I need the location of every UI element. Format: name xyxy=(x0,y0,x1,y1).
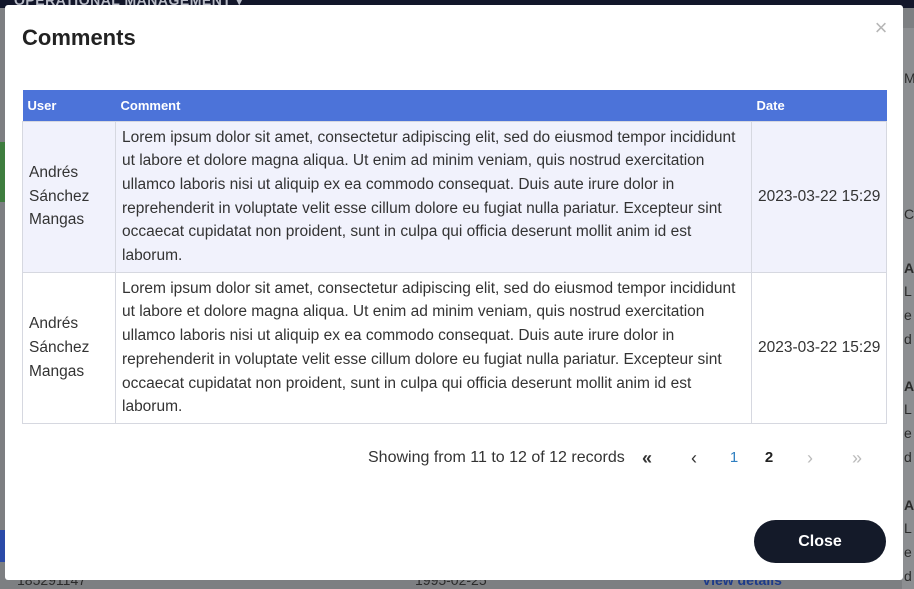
pagination: Showing from 11 to 12 of 12 records « ‹ … xyxy=(5,447,903,469)
bg-letter: L xyxy=(904,520,912,536)
close-button[interactable]: Close xyxy=(754,520,886,563)
cell-comment: Lorem ipsum dolor sit amet, consectetur … xyxy=(115,271,752,424)
bg-letter: C xyxy=(904,206,914,222)
bg-letter: d xyxy=(904,568,912,584)
cell-date: 2023-03-22 15:29 xyxy=(751,271,887,424)
close-icon[interactable]: × xyxy=(872,17,890,39)
table-header-row: User Comment Date xyxy=(22,90,887,121)
header-date: Date xyxy=(751,90,887,121)
cell-user: Andrés Sánchez Mangas xyxy=(22,271,116,424)
bg-letter: d xyxy=(904,331,912,347)
page-2-current[interactable]: 2 xyxy=(757,447,781,469)
table-row: Andrés Sánchez Mangas Lorem ipsum dolor … xyxy=(22,120,887,273)
bg-letter: L xyxy=(904,283,912,299)
comments-modal: Comments × User Comment Date Andrés Sánc… xyxy=(5,5,903,580)
cell-comment: Lorem ipsum dolor sit amet, consectetur … xyxy=(115,120,752,273)
bg-letter: A xyxy=(904,260,914,276)
pagination-info: Showing from 11 to 12 of 12 records xyxy=(368,449,625,466)
bg-letter: e xyxy=(904,307,912,323)
cell-user: Andrés Sánchez Mangas xyxy=(22,120,116,273)
next-page-icon[interactable]: › xyxy=(798,447,822,469)
bg-letter: M xyxy=(904,70,914,86)
table-row: Andrés Sánchez Mangas Lorem ipsum dolor … xyxy=(22,271,887,424)
modal-title: Comments xyxy=(22,25,136,50)
first-page-icon[interactable]: « xyxy=(635,447,659,469)
bg-letter: A xyxy=(904,378,914,394)
header-comment: Comment xyxy=(115,90,752,121)
page-1-link[interactable]: 1 xyxy=(722,447,746,469)
bg-letter: A xyxy=(904,497,914,513)
bg-letter: d xyxy=(904,449,912,465)
header-user: User xyxy=(22,90,116,121)
previous-page-icon[interactable]: ‹ xyxy=(682,447,706,469)
cell-date: 2023-03-22 15:29 xyxy=(751,120,887,273)
bg-letter: e xyxy=(904,544,912,560)
bg-letter: L xyxy=(904,401,912,417)
bg-letter: e xyxy=(904,425,912,441)
last-page-icon[interactable]: » xyxy=(845,447,869,469)
comments-table: User Comment Date Andrés Sánchez Mangas … xyxy=(22,90,887,424)
